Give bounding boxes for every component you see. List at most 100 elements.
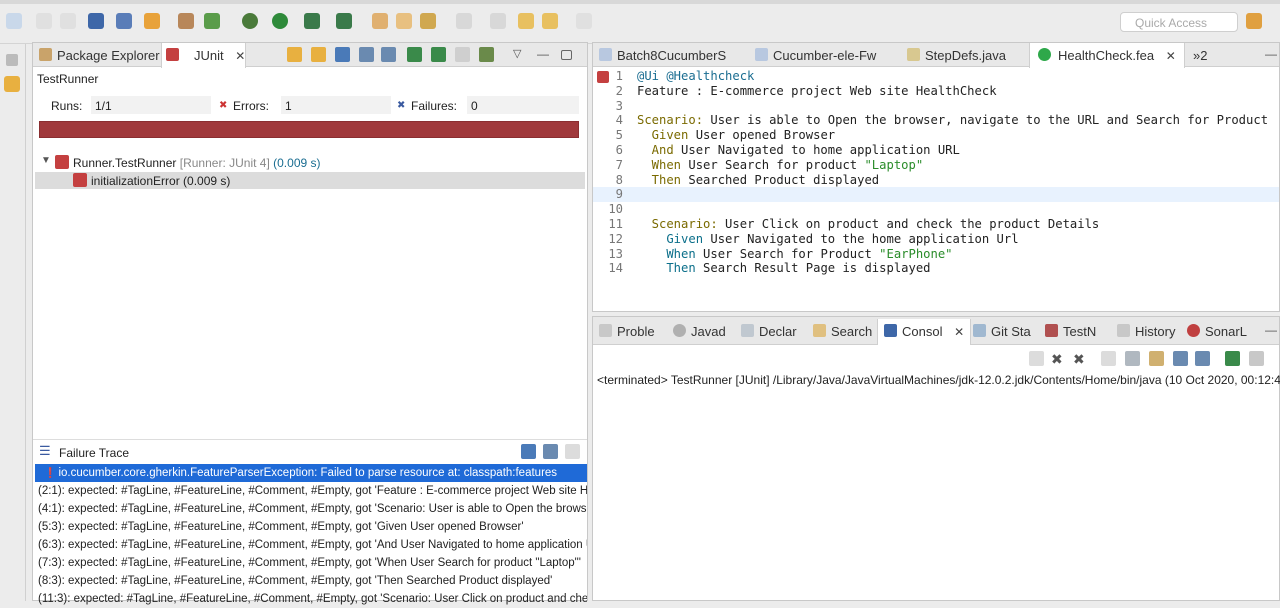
- show-failures-icon[interactable]: [335, 47, 350, 62]
- code-line[interactable]: 14 Then Search Result Page is displayed: [593, 261, 1279, 276]
- scroll-lock-icon[interactable]: [1125, 351, 1140, 366]
- code-line[interactable]: 11 Scenario: User Click on product and c…: [593, 217, 1279, 232]
- save-all-icon[interactable]: [60, 13, 76, 29]
- new-icon[interactable]: [6, 13, 22, 29]
- git-icon[interactable]: [4, 76, 20, 92]
- run-icon[interactable]: [272, 13, 288, 29]
- tab-declaration[interactable]: Declar: [735, 319, 797, 343]
- code-line[interactable]: 6 And User Navigated to home application…: [593, 143, 1279, 158]
- new-class-icon[interactable]: [178, 13, 194, 29]
- tree-row-runner[interactable]: ▼ Runner.TestRunner [Runner: JUnit 4] (0…: [33, 154, 587, 171]
- rerun-icon[interactable]: [407, 47, 422, 62]
- trace-row[interactable]: (6:3): expected: #TagLine, #FeatureLine,…: [35, 536, 587, 554]
- minimize-icon[interactable]: —: [1265, 323, 1280, 338]
- tab-testng[interactable]: TestN: [1039, 319, 1096, 343]
- code-line[interactable]: 10: [593, 202, 1279, 217]
- show-on-stderr-icon[interactable]: [1195, 351, 1210, 366]
- refresh-icon[interactable]: [204, 13, 220, 29]
- copy-trace-icon[interactable]: [565, 444, 580, 459]
- search-toolbar-icon[interactable]: [420, 13, 436, 29]
- code-line[interactable]: 13 When User Search for Product "EarPhon…: [593, 247, 1279, 262]
- last-edit-icon[interactable]: [518, 13, 534, 29]
- code-line[interactable]: 3: [593, 99, 1279, 114]
- close-icon[interactable]: ✕: [1166, 49, 1176, 63]
- trace-row[interactable]: (4:1): expected: #TagLine, #FeatureLine,…: [35, 500, 587, 518]
- code-line[interactable]: 2 Feature : E-commerce project Web site H…: [593, 84, 1279, 99]
- remove-launch-icon[interactable]: ✖: [1051, 351, 1066, 367]
- compare-icon[interactable]: [543, 444, 558, 459]
- code-line[interactable]: 1 @Ui @Healthcheck: [593, 69, 1279, 84]
- tab-git-staging[interactable]: Git Sta: [967, 319, 1031, 343]
- trace-row[interactable]: (2:1): expected: #TagLine, #FeatureLine,…: [35, 482, 587, 500]
- display-console-icon[interactable]: [1249, 351, 1264, 366]
- main-toolbar: Quick Access: [0, 0, 1280, 44]
- code-token: Scenario:: [637, 217, 718, 231]
- tab-console[interactable]: Consol ✕: [877, 319, 972, 345]
- trace-row[interactable]: (7:3): expected: #TagLine, #FeatureLine,…: [35, 554, 587, 572]
- code-token: Searched Product displayed: [681, 172, 880, 187]
- remove-all-launches-icon[interactable]: ✖: [1073, 351, 1088, 367]
- terminate-icon[interactable]: [1029, 351, 1044, 366]
- prev-failure-icon[interactable]: [311, 47, 326, 62]
- quick-access-input[interactable]: Quick Access: [1120, 12, 1238, 32]
- back-icon[interactable]: [542, 13, 558, 29]
- tab-javadoc[interactable]: Javad: [667, 319, 726, 343]
- code-line[interactable]: 5 Given User opened Browser: [593, 128, 1279, 143]
- tab-search[interactable]: Search: [807, 319, 872, 343]
- tab-batch8cucumber[interactable]: Batch8CucumberS: [593, 43, 726, 67]
- tree-row-initialization-error[interactable]: initializationError (0.009 s): [35, 172, 585, 189]
- chevron-down-icon[interactable]: ▼: [41, 155, 51, 166]
- minimize-icon[interactable]: —: [1265, 47, 1280, 62]
- restore-icon[interactable]: [6, 54, 18, 66]
- code-line[interactable]: 9: [593, 187, 1279, 203]
- trace-row-exception[interactable]: ❗ io.cucumber.core.gherkin.FeatureParserE…: [35, 464, 587, 482]
- skip-breakpoints-icon[interactable]: [116, 13, 132, 29]
- open-type-icon[interactable]: [372, 13, 388, 29]
- history-icon[interactable]: [381, 47, 396, 62]
- show-on-stdout-icon[interactable]: [1173, 351, 1188, 366]
- tab-history[interactable]: History: [1111, 319, 1175, 343]
- code-line[interactable]: 12 Given User Navigated to the home appl…: [593, 232, 1279, 247]
- external-tools-icon[interactable]: [336, 13, 352, 29]
- filter-trace-icon[interactable]: [521, 444, 536, 459]
- stop-icon[interactable]: [455, 47, 470, 62]
- scroll-lock-icon[interactable]: [359, 47, 374, 62]
- coverage-icon[interactable]: [304, 13, 320, 29]
- save-icon[interactable]: [36, 13, 52, 29]
- trace-row[interactable]: (11:3): expected: #TagLine, #FeatureLine…: [35, 590, 587, 608]
- next-failure-icon[interactable]: [287, 47, 302, 62]
- minimize-icon[interactable]: —: [537, 47, 552, 62]
- pin-console-icon[interactable]: [1225, 351, 1240, 366]
- trace-row[interactable]: (5:3): expected: #TagLine, #FeatureLine,…: [35, 518, 587, 536]
- new-package-icon[interactable]: [144, 13, 160, 29]
- open-perspective-icon[interactable]: [1246, 13, 1262, 29]
- code-line[interactable]: 4 Scenario: User is able to Open the brow…: [593, 113, 1279, 128]
- tab-sonarlint[interactable]: SonarL: [1181, 319, 1247, 343]
- more-tabs-button[interactable]: »2: [1185, 43, 1207, 67]
- code-line[interactable]: 7 When User Search for product "Laptop": [593, 158, 1279, 173]
- trace-row[interactable]: (8:3): expected: #TagLine, #FeatureLine,…: [35, 572, 587, 590]
- word-wrap-icon[interactable]: [1149, 351, 1164, 366]
- tab-package-explorer[interactable]: Package Explorer: [33, 43, 160, 67]
- test-history-icon[interactable]: [479, 47, 494, 62]
- close-icon[interactable]: ✕: [235, 49, 245, 63]
- clear-console-icon[interactable]: [1101, 351, 1116, 366]
- rerun-failed-icon[interactable]: [431, 47, 446, 62]
- tab-stepdefs-java[interactable]: StepDefs.java: [901, 43, 1006, 67]
- tab-junit[interactable]: JUnit ✕: [161, 43, 247, 68]
- tab-problems[interactable]: Proble: [593, 319, 655, 343]
- search-icon: [813, 324, 826, 337]
- view-menu-icon[interactable]: ▽: [513, 47, 528, 62]
- code-line[interactable]: 8 Then Searched Product displayed: [593, 173, 1279, 188]
- close-icon[interactable]: ✕: [954, 325, 964, 339]
- code-text: When User Search for product "Laptop": [637, 158, 924, 172]
- debug-icon[interactable]: [242, 13, 258, 29]
- tab-cucumber-ele-fw[interactable]: Cucumber-ele-Fw: [749, 43, 876, 67]
- forward-icon[interactable]: [576, 13, 592, 29]
- next-annotation-icon[interactable]: [456, 13, 472, 29]
- tab-healthcheck-feature[interactable]: HealthCheck.fea ✕: [1029, 43, 1185, 68]
- open-folder-icon[interactable]: [396, 13, 412, 29]
- prev-annotation-icon[interactable]: [490, 13, 506, 29]
- maximize-icon[interactable]: [561, 50, 572, 60]
- terminal-icon[interactable]: [88, 13, 104, 29]
